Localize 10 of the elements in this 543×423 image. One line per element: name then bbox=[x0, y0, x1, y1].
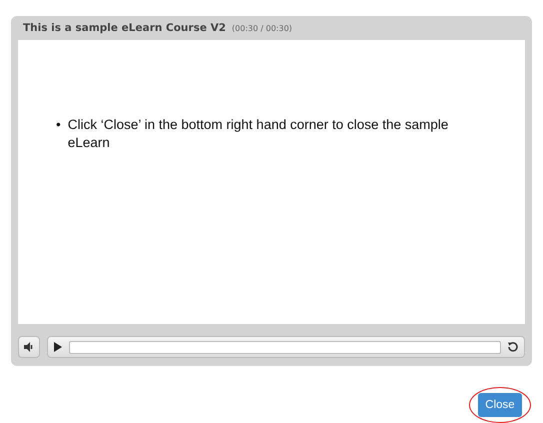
time-display: (00:30 / 00:30) bbox=[232, 24, 292, 32]
bullet-marker: • bbox=[56, 116, 61, 134]
progress-track[interactable] bbox=[69, 340, 501, 354]
play-icon[interactable] bbox=[53, 342, 63, 352]
close-button[interactable]: Close bbox=[478, 393, 522, 417]
course-title: This is a sample eLearn Course V2 bbox=[23, 22, 226, 34]
replay-icon[interactable] bbox=[507, 341, 519, 353]
speaker-icon bbox=[23, 341, 35, 353]
volume-button[interactable] bbox=[18, 336, 40, 358]
bullet-text: Click ‘Close’ in the bottom right hand corner to close the sample eLearn bbox=[68, 116, 450, 152]
